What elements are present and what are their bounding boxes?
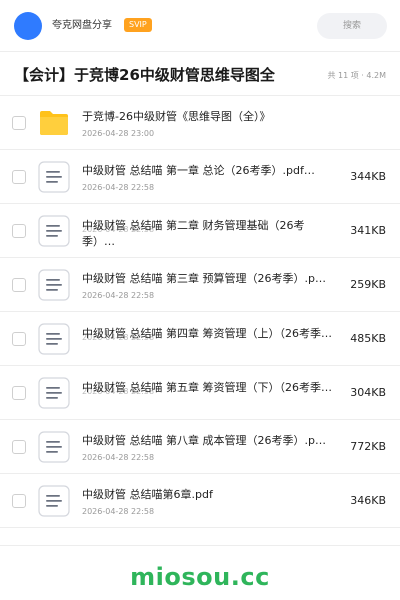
- file-size: 304KB: [350, 386, 386, 399]
- select-checkbox[interactable]: [12, 386, 26, 400]
- select-checkbox[interactable]: [12, 224, 26, 238]
- file-name[interactable]: 于竞博-26中级财管《思维导图（全）》: [82, 110, 332, 124]
- search-input[interactable]: 搜索: [317, 13, 387, 39]
- file-size: 344KB: [350, 170, 386, 183]
- file-list: 2026-04-28 23:00 于竞博-26中级财管《思维导图（全）》 2026-…: [0, 96, 400, 528]
- file-row[interactable]: 2026-04-28 22:58 中级财管 总结喵 第八章 成本管理（26考季）.…: [0, 420, 400, 474]
- file-name[interactable]: 中级财管 总结喵 第四章 筹资管理（上）（26考季…: [82, 326, 332, 358]
- document-icon: [38, 377, 70, 409]
- select-checkbox[interactable]: [12, 116, 26, 130]
- select-checkbox[interactable]: [12, 170, 26, 184]
- file-row[interactable]: 2026-04-28 22:58 中级财管 总结喵 第一章 总论（26考季）.pd…: [0, 150, 400, 204]
- file-row[interactable]: 2026-04-28 23:00 于竞博-26中级财管《思维导图（全）》: [0, 96, 400, 150]
- select-checkbox[interactable]: [12, 332, 26, 346]
- file-name[interactable]: 中级财管 总结喵第6章.pdf: [82, 488, 332, 502]
- file-date: 2026-04-28 22:58: [82, 183, 155, 192]
- svip-badge: SVIP: [124, 18, 152, 32]
- file-row[interactable]: 2026-04-28 22:58 中级财管 总结喵 第三章 预算管理（26考季）.…: [0, 258, 400, 312]
- folder-title-bar: 【会计】于竞博26中级财管思维导图全 共 11 项 · 4.2M: [0, 52, 400, 96]
- file-row[interactable]: 2026-04-28 22:58 中级财管 总结喵 第五章 筹资管理（下）（26考…: [0, 366, 400, 420]
- document-icon: [38, 323, 70, 355]
- document-icon: [38, 215, 70, 247]
- file-size: 341KB: [350, 224, 386, 237]
- file-row[interactable]: 2026-04-28 22:58 中级财管 总结喵 第四章 筹资管理（上）（26考…: [0, 312, 400, 366]
- folder-icon: [38, 107, 70, 139]
- page-title: 【会计】于竞博26中级财管思维导图全: [14, 66, 275, 84]
- file-row[interactable]: 2026-04-28 22:58 中级财管 总结喵 第二章 财务管理基础（26考季…: [0, 204, 400, 258]
- file-date: 2026-04-28 22:58: [82, 507, 155, 516]
- file-date: 2026-04-28 23:00: [82, 129, 155, 138]
- file-size: 485KB: [350, 332, 386, 345]
- file-date: 2026-04-28 22:58: [82, 453, 155, 462]
- select-checkbox[interactable]: [12, 494, 26, 508]
- file-name[interactable]: 中级财管 总结喵 第二章 财务管理基础（26考季）…: [82, 218, 332, 250]
- file-date: 2026-04-28 22:58: [82, 291, 155, 300]
- item-count: 共 11 项 · 4.2M: [327, 71, 386, 80]
- file-size: 346KB: [350, 494, 386, 507]
- document-icon: [38, 269, 70, 301]
- select-checkbox[interactable]: [12, 440, 26, 454]
- file-size: 772KB: [350, 440, 386, 453]
- avatar[interactable]: [14, 12, 42, 40]
- username[interactable]: 夸克网盘分享: [52, 20, 112, 32]
- divider: [0, 545, 400, 546]
- file-size: 259KB: [350, 278, 386, 291]
- file-name[interactable]: 中级财管 总结喵 第一章 总论（26考季）.pdf…: [82, 164, 332, 178]
- file-name[interactable]: 中级财管 总结喵 第八章 成本管理（26考季）.p…: [82, 434, 332, 448]
- watermark-text: miosou.cc: [130, 563, 270, 591]
- file-row[interactable]: 2026-04-28 22:58 中级财管 总结喵第6章.pdf 346KB: [0, 474, 400, 528]
- file-name[interactable]: 中级财管 总结喵 第三章 预算管理（26考季）.p…: [82, 272, 332, 286]
- document-icon: [38, 161, 70, 193]
- document-icon: [38, 431, 70, 463]
- file-name[interactable]: 中级财管 总结喵 第五章 筹资管理（下）（26考季…: [82, 380, 332, 412]
- select-checkbox[interactable]: [12, 278, 26, 292]
- document-icon: [38, 485, 70, 517]
- top-bar: 夸克网盘分享 SVIP 搜索: [0, 0, 400, 52]
